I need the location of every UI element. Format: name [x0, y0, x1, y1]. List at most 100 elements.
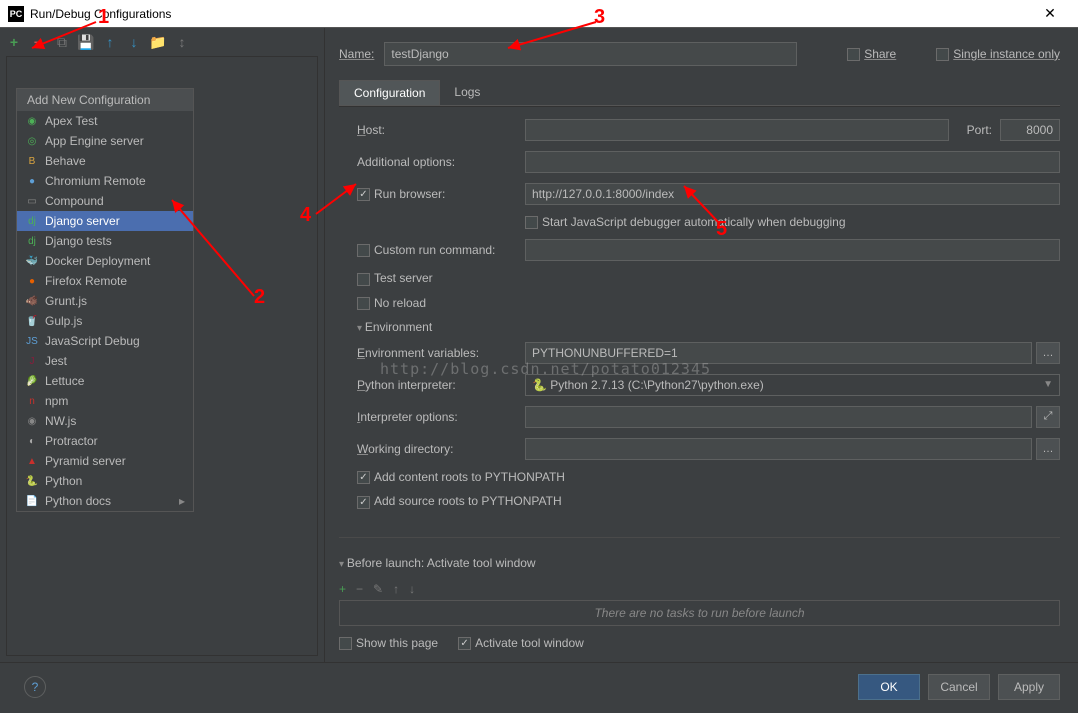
popup-item-django-server[interactable]: djDjango server — [17, 211, 193, 231]
ok-button[interactable]: OK — [858, 674, 920, 700]
env-vars-browse-button[interactable]: … — [1036, 342, 1060, 364]
chevron-right-icon: ▸ — [179, 494, 185, 508]
config-type-icon: ● — [25, 174, 39, 188]
left-panel: + − ⧉ 💾 ↑ ↓ 📁 ↕ Add New Configuration ◉ A… — [0, 28, 325, 662]
run-browser-input[interactable] — [525, 183, 1060, 205]
popup-item-python[interactable]: 🐍 Python — [17, 471, 193, 491]
popup-item-label: Python — [45, 474, 82, 488]
right-panel: Name: Share Single instance only Configu… — [325, 28, 1078, 662]
popup-item-label: App Engine server — [45, 134, 144, 148]
port-input[interactable] — [1000, 119, 1060, 141]
popup-item-firefox-remote[interactable]: ●Firefox Remote — [17, 271, 193, 291]
config-type-icon: JS — [25, 334, 39, 348]
run-browser-checkbox[interactable]: Run browser: — [357, 187, 525, 201]
bl-remove-icon[interactable]: − — [356, 582, 363, 596]
popup-item-label: Compound — [45, 194, 104, 208]
popup-item-django-tests[interactable]: djDjango tests — [17, 231, 193, 251]
activate-tool-checkbox[interactable]: Activate tool window — [458, 636, 584, 650]
help-button[interactable]: ? — [24, 676, 46, 698]
py-interp-dropdown[interactable]: 🐍 Python 2.7.13 (C:\Python27\python.exe)… — [525, 374, 1060, 396]
work-dir-browse-button[interactable]: … — [1036, 438, 1060, 460]
popup-item-behave[interactable]: B Behave — [17, 151, 193, 171]
popup-item-docker-deployment[interactable]: 🐳Docker Deployment — [17, 251, 193, 271]
add-content-checkbox[interactable]: Add content roots to PYTHONPATH — [357, 470, 565, 484]
share-checkbox[interactable]: Share — [847, 47, 896, 61]
popup-item-grunt-js[interactable]: 🐗Grunt.js — [17, 291, 193, 311]
popup-item-nw-js[interactable]: ◉NW.js — [17, 411, 193, 431]
add-icon[interactable]: + — [6, 34, 22, 50]
config-type-icon: ◉ — [25, 114, 39, 128]
no-reload-checkbox[interactable]: No reload — [357, 296, 525, 310]
popup-item-protractor[interactable]: ◐ Protractor — [17, 431, 193, 451]
bl-down-icon[interactable]: ↓ — [409, 582, 415, 596]
before-launch-empty: There are no tasks to run before launch — [339, 600, 1060, 626]
bl-add-icon[interactable]: + — [339, 582, 346, 596]
interp-opts-expand-button[interactable]: ⤢ — [1036, 406, 1060, 428]
interp-opts-input[interactable] — [525, 406, 1032, 428]
test-server-checkbox[interactable]: Test server — [357, 271, 525, 285]
popup-item-jest[interactable]: JJest — [17, 351, 193, 371]
sort-icon[interactable]: ↕ — [174, 34, 190, 50]
add-source-checkbox[interactable]: Add source roots to PYTHONPATH — [357, 494, 562, 508]
config-body: Host: Port: Additional options: Run brow… — [339, 106, 1060, 527]
tabs: Configuration Logs — [339, 80, 1060, 106]
custom-cmd-input[interactable] — [525, 239, 1060, 261]
save-icon[interactable]: 💾 — [78, 34, 94, 50]
popup-item-label: Behave — [45, 154, 86, 168]
config-type-icon: n — [25, 394, 39, 408]
apply-button[interactable]: Apply — [998, 674, 1060, 700]
name-input[interactable] — [384, 42, 797, 66]
popup-item-compound[interactable]: ▭Compound — [17, 191, 193, 211]
name-label: Name: — [339, 47, 374, 61]
tab-logs[interactable]: Logs — [440, 80, 494, 105]
addl-options-input[interactable] — [525, 151, 1060, 173]
config-type-icon: B — [25, 154, 39, 168]
bl-up-icon[interactable]: ↑ — [393, 582, 399, 596]
env-vars-label: Environment variables: — [357, 346, 525, 360]
up-icon[interactable]: ↑ — [102, 34, 118, 50]
custom-cmd-checkbox[interactable]: Custom run command: — [357, 243, 525, 257]
show-page-checkbox[interactable]: Show this page — [339, 636, 438, 650]
popup-item-label: Python docs — [45, 494, 111, 508]
popup-item-label: Apex Test — [45, 114, 97, 128]
popup-item-python-docs[interactable]: 📄Python docs▸ — [17, 491, 193, 511]
titlebar: PC Run/Debug Configurations ✕ — [0, 0, 1078, 28]
popup-item-npm[interactable]: nnpm — [17, 391, 193, 411]
popup-item-javascript-debug[interactable]: JSJavaScript Debug — [17, 331, 193, 351]
env-vars-input[interactable] — [525, 342, 1032, 364]
host-label: Host: — [357, 123, 525, 137]
bl-edit-icon[interactable]: ✎ — [373, 582, 383, 596]
port-label: Port: — [967, 123, 992, 137]
popup-item-label: Protractor — [45, 434, 98, 448]
chevron-down-icon: ▼ — [1043, 379, 1053, 390]
work-dir-input[interactable] — [525, 438, 1032, 460]
popup-item-lettuce[interactable]: 🥬Lettuce — [17, 371, 193, 391]
remove-icon[interactable]: − — [30, 34, 46, 50]
before-launch-header[interactable]: Before launch: Activate tool window — [339, 556, 1060, 570]
config-type-icon: 🥬 — [25, 374, 39, 388]
config-type-icon: ▲ — [25, 454, 39, 468]
popup-item-app-engine-server[interactable]: ◎App Engine server — [17, 131, 193, 151]
close-icon[interactable]: ✕ — [1030, 5, 1070, 22]
popup-item-gulp-js[interactable]: 🥤Gulp.js — [17, 311, 193, 331]
config-type-icon: 🥤 — [25, 314, 39, 328]
down-icon[interactable]: ↓ — [126, 34, 142, 50]
before-launch-section: Before launch: Activate tool window + − … — [339, 537, 1060, 650]
name-row: Name: Share Single instance only — [339, 42, 1060, 66]
env-section-header[interactable]: Environment — [357, 320, 1060, 334]
folder-icon[interactable]: 📁 — [150, 34, 166, 50]
single-instance-checkbox[interactable]: Single instance only — [936, 47, 1060, 61]
copy-icon[interactable]: ⧉ — [54, 34, 70, 50]
start-js-checkbox[interactable]: Start JavaScript debugger automatically … — [525, 215, 846, 229]
config-type-icon: ◐ — [25, 434, 39, 448]
config-type-icon: 🐍 — [25, 474, 39, 488]
footer: ? OK Cancel Apply — [0, 662, 1078, 710]
host-input[interactable] — [525, 119, 949, 141]
before-launch-toolbar: + − ✎ ↑ ↓ — [339, 578, 1060, 600]
popup-item-pyramid-server[interactable]: ▲Pyramid server — [17, 451, 193, 471]
tab-configuration[interactable]: Configuration — [339, 80, 440, 105]
popup-item-chromium-remote[interactable]: ●Chromium Remote — [17, 171, 193, 191]
cancel-button[interactable]: Cancel — [928, 674, 990, 700]
popup-header: Add New Configuration — [17, 89, 193, 111]
popup-item-apex-test[interactable]: ◉ Apex Test — [17, 111, 193, 131]
